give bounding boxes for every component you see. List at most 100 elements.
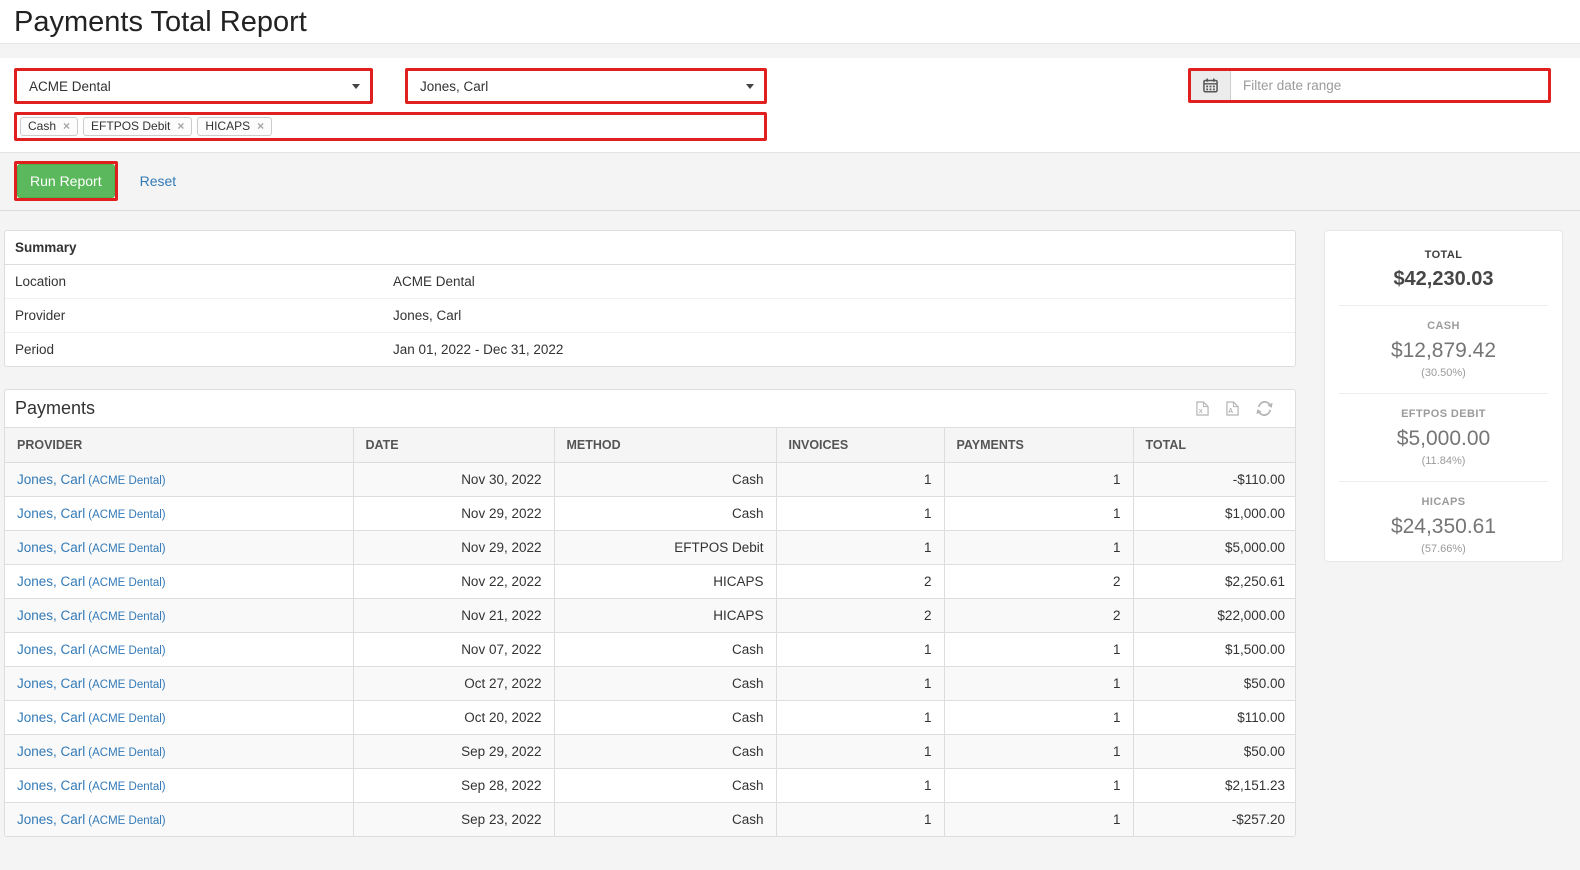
method-chip-label: Cash bbox=[28, 119, 57, 133]
col-total: TOTAL bbox=[1132, 427, 1295, 463]
remove-chip-icon[interactable]: × bbox=[177, 120, 184, 132]
col-payments: PAYMENTS bbox=[943, 427, 1133, 463]
eftpos-amount: $5,000.00 bbox=[1396, 427, 1491, 450]
summary-heading: Summary bbox=[5, 231, 1295, 265]
cell-total: $2,250.61 bbox=[1132, 564, 1295, 599]
payments-table: PROVIDER DATE METHOD INVOICES PAYMENTS T… bbox=[5, 427, 1295, 836]
cell-date: Oct 20, 2022 bbox=[352, 700, 554, 735]
cell-payments: 1 bbox=[943, 802, 1133, 836]
cell-payments: 1 bbox=[943, 768, 1133, 803]
table-row: Jones, Carl (ACME Dental) Nov 21, 2022 HI… bbox=[5, 598, 1295, 633]
col-date: DATE bbox=[352, 427, 554, 463]
export-pdf-button[interactable]: A bbox=[1226, 401, 1239, 416]
calendar-addon[interactable] bbox=[1191, 71, 1231, 100]
table-row: Jones, Carl (ACME Dental) Sep 23, 2022 Ca… bbox=[5, 802, 1295, 836]
method-chip[interactable]: EFTPOS Debit × bbox=[83, 117, 193, 136]
cell-total: $50.00 bbox=[1132, 666, 1295, 701]
annotation-box-location: ACME Dental bbox=[14, 68, 373, 104]
provider-link[interactable]: Jones, Carl (ACME Dental) bbox=[17, 778, 166, 793]
page-header: Payments Total Report bbox=[0, 0, 1580, 44]
cell-total: $22,000.00 bbox=[1132, 598, 1295, 633]
date-range-input[interactable] bbox=[1231, 71, 1548, 100]
remove-chip-icon[interactable]: × bbox=[257, 120, 264, 132]
provider-link[interactable]: Jones, Carl (ACME Dental) bbox=[17, 608, 166, 623]
reset-link[interactable]: Reset bbox=[140, 173, 177, 189]
provider-select[interactable]: Jones, Carl bbox=[408, 71, 764, 101]
provider-link[interactable]: Jones, Carl (ACME Dental) bbox=[17, 472, 166, 487]
divider bbox=[1339, 305, 1548, 306]
provider-link[interactable]: Jones, Carl (ACME Dental) bbox=[17, 744, 166, 759]
cash-amount: $12,879.42 bbox=[1390, 339, 1497, 362]
cell-total: $2,151.23 bbox=[1132, 768, 1295, 803]
annotation-box-provider: Jones, Carl bbox=[405, 68, 767, 104]
method-chip-label: HICAPS bbox=[205, 119, 251, 133]
divider bbox=[1339, 481, 1548, 482]
cell-date: Sep 23, 2022 bbox=[352, 802, 554, 836]
eftpos-section: EFTPOS DEBIT $5,000.00 (11.84%) bbox=[1325, 408, 1562, 467]
refresh-button[interactable] bbox=[1256, 400, 1273, 417]
run-report-button[interactable]: Run Report bbox=[17, 164, 115, 198]
provider-link[interactable]: Jones, Carl (ACME Dental) bbox=[17, 812, 166, 827]
eftpos-label: EFTPOS DEBIT bbox=[1401, 408, 1486, 420]
totals-card: TOTAL $42,230.03 CASH $12,879.42 (30.50%… bbox=[1324, 230, 1563, 562]
export-excel-button[interactable]: x bbox=[1196, 401, 1209, 416]
cell-invoices: 1 bbox=[775, 530, 944, 565]
method-multiselect[interactable]: Cash × EFTPOS Debit × HICAPS × bbox=[17, 115, 764, 138]
table-row: Jones, Carl (ACME Dental) Nov 22, 2022 HI… bbox=[5, 564, 1295, 599]
annotation-box-date bbox=[1188, 68, 1551, 103]
cell-invoices: 1 bbox=[775, 734, 944, 769]
cell-method: HICAPS bbox=[553, 598, 776, 633]
provider-link[interactable]: Jones, Carl (ACME Dental) bbox=[17, 676, 166, 691]
hicaps-section: HICAPS $24,350.61 (57.66%) bbox=[1325, 496, 1562, 555]
cell-date: Nov 21, 2022 bbox=[352, 598, 554, 633]
summary-card: Summary Location ACME Dental Provider Jo… bbox=[4, 230, 1296, 367]
cell-date: Nov 22, 2022 bbox=[352, 564, 554, 599]
table-row: Jones, Carl (ACME Dental) Nov 07, 2022 Ca… bbox=[5, 632, 1295, 667]
cell-date: Nov 30, 2022 bbox=[352, 462, 554, 497]
provider-link[interactable]: Jones, Carl (ACME Dental) bbox=[17, 710, 166, 725]
cell-payments: 1 bbox=[943, 496, 1133, 531]
cell-method: Cash bbox=[553, 802, 776, 836]
cell-payments: 2 bbox=[943, 598, 1133, 633]
cell-invoices: 1 bbox=[775, 666, 944, 701]
method-chip[interactable]: HICAPS × bbox=[197, 117, 273, 136]
report-content: Summary Location ACME Dental Provider Jo… bbox=[0, 211, 1580, 837]
hicaps-amount: $24,350.61 bbox=[1390, 515, 1497, 538]
calendar-icon bbox=[1203, 78, 1218, 93]
method-chip[interactable]: Cash × bbox=[20, 117, 79, 136]
provider-link[interactable]: Jones, Carl (ACME Dental) bbox=[17, 540, 166, 555]
cell-total: -$110.00 bbox=[1132, 462, 1295, 497]
cell-date: Nov 07, 2022 bbox=[352, 632, 554, 667]
summary-value: Jones, Carl bbox=[393, 308, 462, 323]
cell-date: Sep 29, 2022 bbox=[352, 734, 554, 769]
provider-link[interactable]: Jones, Carl (ACME Dental) bbox=[17, 506, 166, 521]
table-row: Jones, Carl (ACME Dental) Sep 28, 2022 Ca… bbox=[5, 768, 1295, 803]
table-row: Jones, Carl (ACME Dental) Nov 29, 2022 EF… bbox=[5, 530, 1295, 565]
file-excel-icon: x bbox=[1196, 401, 1209, 416]
cell-invoices: 1 bbox=[775, 462, 944, 497]
provider-link[interactable]: Jones, Carl (ACME Dental) bbox=[17, 574, 166, 589]
cash-label: CASH bbox=[1427, 320, 1460, 332]
summary-label: Location bbox=[15, 274, 67, 289]
cell-invoices: 1 bbox=[775, 632, 944, 667]
cell-date: Nov 29, 2022 bbox=[352, 530, 554, 565]
annotation-box-run: Run Report bbox=[14, 161, 118, 201]
cell-date: Nov 29, 2022 bbox=[352, 496, 554, 531]
cell-date: Sep 28, 2022 bbox=[352, 768, 554, 803]
provider-link[interactable]: Jones, Carl (ACME Dental) bbox=[17, 642, 166, 657]
cell-invoices: 1 bbox=[775, 496, 944, 531]
table-row: Jones, Carl (ACME Dental) Nov 30, 2022 Ca… bbox=[5, 462, 1295, 497]
cell-payments: 1 bbox=[943, 734, 1133, 769]
svg-text:A: A bbox=[1228, 408, 1233, 415]
table-row: Jones, Carl (ACME Dental) Oct 27, 2022 Ca… bbox=[5, 666, 1295, 701]
location-select[interactable]: ACME Dental bbox=[17, 71, 370, 101]
svg-text:x: x bbox=[1199, 408, 1203, 415]
cell-method: HICAPS bbox=[553, 564, 776, 599]
col-invoices: INVOICES bbox=[775, 427, 944, 463]
payments-card: Payments x A PROVIDER DATE METHOD INVOIC… bbox=[4, 389, 1296, 837]
summary-label: Provider bbox=[15, 308, 66, 323]
cell-total: $5,000.00 bbox=[1132, 530, 1295, 565]
remove-chip-icon[interactable]: × bbox=[63, 120, 70, 132]
cell-payments: 1 bbox=[943, 666, 1133, 701]
